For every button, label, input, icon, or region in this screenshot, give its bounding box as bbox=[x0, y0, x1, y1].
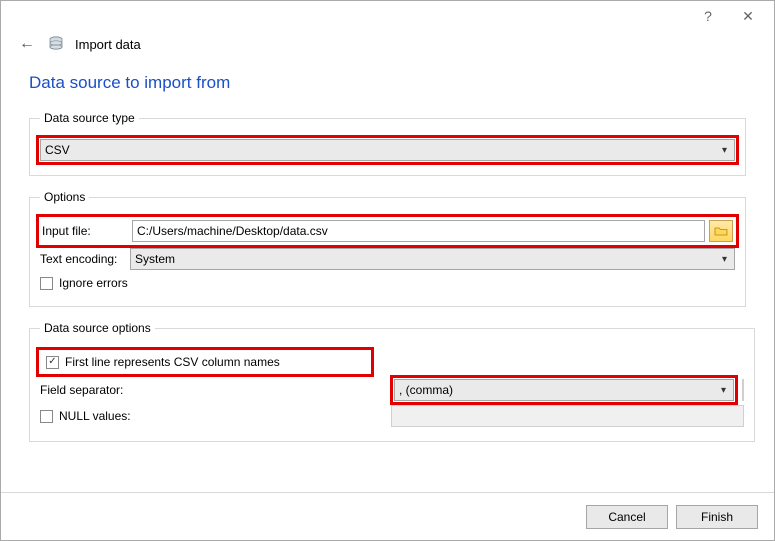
chevron-down-icon: ▾ bbox=[721, 385, 729, 396]
data-source-type-value: CSV bbox=[45, 143, 70, 157]
group-data-source-type: Data source type CSV ▾ bbox=[29, 111, 746, 176]
field-separator-value: , (comma) bbox=[399, 383, 453, 397]
back-arrow-icon[interactable]: ← bbox=[17, 35, 37, 53]
field-separator-label: Field separator: bbox=[40, 383, 390, 397]
cancel-button[interactable]: Cancel bbox=[586, 505, 668, 529]
dialog-window: ? ✕ ← Import data Data source to import … bbox=[0, 0, 775, 541]
field-separator-combo[interactable]: , (comma) ▾ bbox=[394, 379, 734, 401]
first-line-checkbox[interactable] bbox=[46, 356, 59, 369]
header-title: Import data bbox=[75, 37, 141, 52]
page-heading: Data source to import from bbox=[29, 73, 746, 93]
text-encoding-label: Text encoding: bbox=[40, 252, 130, 266]
titlebar: ? ✕ bbox=[1, 1, 774, 31]
folder-icon bbox=[714, 225, 728, 237]
input-file-field[interactable]: C:/Users/machine/Desktop/data.csv bbox=[132, 220, 705, 242]
input-file-row: Input file: C:/Users/machine/Desktop/dat… bbox=[40, 218, 735, 244]
group-options-legend: Options bbox=[40, 190, 89, 204]
text-encoding-combo[interactable]: System ▾ bbox=[130, 248, 735, 270]
ignore-errors-row: Ignore errors bbox=[40, 276, 735, 290]
null-values-field[interactable] bbox=[391, 405, 744, 427]
ignore-errors-checkbox[interactable] bbox=[40, 277, 53, 290]
text-encoding-row: Text encoding: System ▾ bbox=[40, 248, 735, 270]
dialog-footer: Cancel Finish bbox=[1, 492, 774, 540]
ignore-errors-label: Ignore errors bbox=[59, 276, 128, 290]
first-line-label: First line represents CSV column names bbox=[65, 355, 280, 369]
content-area: Data source to import from Data source t… bbox=[1, 61, 774, 492]
input-file-value: C:/Users/machine/Desktop/data.csv bbox=[137, 224, 328, 238]
field-separator-row: Field separator: , (comma) ▾ bbox=[40, 379, 744, 401]
database-icon bbox=[47, 35, 65, 53]
null-values-label: NULL values: bbox=[59, 409, 131, 423]
null-values-row: NULL values: bbox=[40, 405, 744, 427]
help-button[interactable]: ? bbox=[688, 4, 728, 28]
chevron-down-icon: ▾ bbox=[722, 254, 730, 265]
first-line-row: First line represents CSV column names bbox=[40, 351, 370, 373]
data-source-type-combo[interactable]: CSV ▾ bbox=[40, 139, 735, 161]
close-button[interactable]: ✕ bbox=[728, 4, 768, 28]
group-data-source-options: Data source options First line represent… bbox=[29, 321, 755, 442]
text-encoding-value: System bbox=[135, 252, 175, 266]
input-file-label: Input file: bbox=[42, 224, 132, 238]
group-data-source-options-legend: Data source options bbox=[40, 321, 155, 335]
chevron-down-icon: ▾ bbox=[722, 145, 730, 156]
null-values-checkbox[interactable] bbox=[40, 410, 53, 423]
field-separator-extra[interactable] bbox=[742, 379, 744, 401]
browse-file-button[interactable] bbox=[709, 220, 733, 242]
group-data-source-type-legend: Data source type bbox=[40, 111, 139, 125]
group-options: Options Input file: C:/Users/machine/Des… bbox=[29, 190, 746, 307]
finish-button[interactable]: Finish bbox=[676, 505, 758, 529]
header-row: ← Import data bbox=[1, 31, 774, 61]
